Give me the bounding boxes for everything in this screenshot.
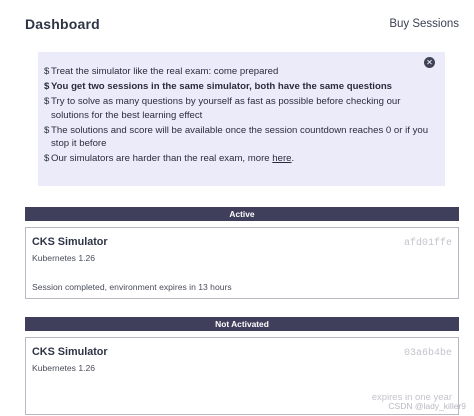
bullet: $ <box>44 96 50 107</box>
bullet: $ <box>44 81 50 92</box>
info-notice: ✕ $ Treat the simulator like the real ex… <box>38 52 445 186</box>
notice-item-text: You get two sessions in the same simulat… <box>51 81 393 92</box>
watermark: CSDN @lady_killer9 <box>388 401 466 411</box>
card-subtitle: Kubernetes 1.26 <box>32 363 96 373</box>
notice-item-text: The solutions and score will be availabl… <box>51 124 429 150</box>
notice-item: $ You get two sessions in the same simul… <box>44 80 434 94</box>
active-session-card[interactable]: CKS Simulator Kubernetes 1.26 afd01ffe S… <box>25 227 459 299</box>
session-status: Session completed, environment expires i… <box>32 282 232 292</box>
notice-item: $ Try to solve as many questions by your… <box>44 95 434 122</box>
notice-item-text: Our simulators are harder than the real … <box>51 153 273 164</box>
page-title: Dashboard <box>25 16 100 32</box>
session-id: 03a6b4be <box>403 348 452 359</box>
not-activated-section-header: Not Activated <box>25 317 459 331</box>
card-subtitle: Kubernetes 1.26 <box>32 253 96 263</box>
buy-sessions-link[interactable]: Buy Sessions <box>389 18 459 30</box>
more-info-link[interactable]: here <box>272 153 291 164</box>
bullet: $ <box>44 66 50 77</box>
active-section-header: Active <box>25 207 459 221</box>
session-id: afd01ffe <box>403 238 452 249</box>
bullet: $ <box>44 124 50 136</box>
card-title: CKS Simulator <box>32 346 108 358</box>
bullet: $ <box>44 153 50 164</box>
notice-item: $ Treat the simulator like the real exam… <box>44 65 434 79</box>
notice-item-text: Try to solve as many questions by yourse… <box>51 96 401 121</box>
header: Dashboard Buy Sessions <box>25 16 459 38</box>
notice-item: $ Our simulators are harder than the rea… <box>44 152 434 166</box>
notice-item: $ The solutions and score will be availa… <box>44 124 434 151</box>
card-title: CKS Simulator <box>32 236 108 248</box>
notice-item-text: Treat the simulator like the real exam: … <box>51 66 279 77</box>
notice-list: $ Treat the simulator like the real exam… <box>44 65 434 167</box>
notice-item-text-end: . <box>291 153 295 164</box>
